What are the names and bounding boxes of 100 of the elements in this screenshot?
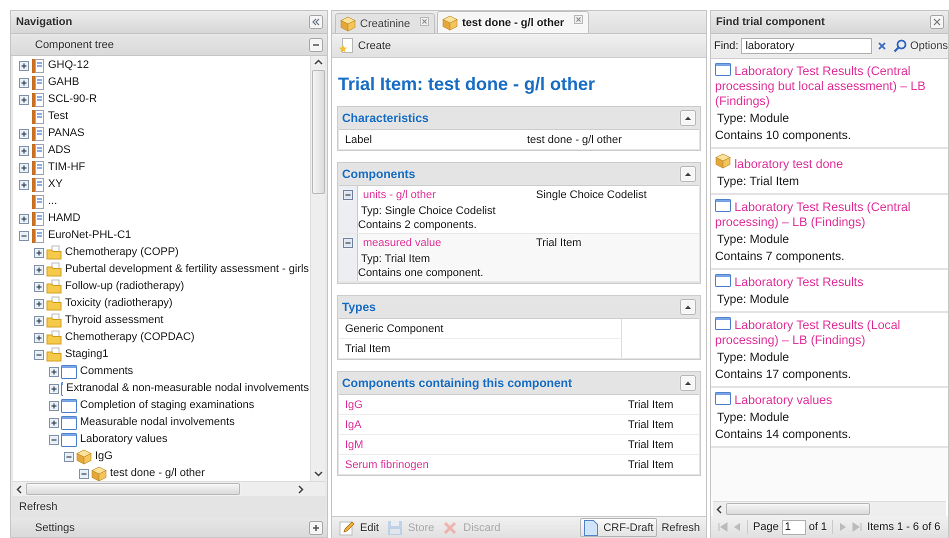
component-type: Trial Item	[628, 418, 674, 430]
tree-item[interactable]: ...	[47, 194, 58, 209]
section-title: Components containing this component	[342, 376, 572, 390]
tree-item[interactable]: test done - g/l other	[109, 466, 206, 481]
expand-toggle-icon[interactable]	[34, 316, 44, 326]
tree-item[interactable]: PANAS	[47, 126, 86, 141]
tree-item[interactable]: Extranodal & non-measurable nodal involvements	[65, 381, 310, 396]
expand-toggle-icon[interactable]	[19, 128, 29, 138]
tree-item[interactable]: Thyroid assessment	[64, 313, 164, 328]
tree-item[interactable]: Chemotherapy (COPP)	[64, 245, 180, 260]
component-link[interactable]: Serum fibrinogen	[345, 458, 628, 470]
expand-toggle-icon[interactable]	[34, 332, 44, 342]
tree-item[interactable]: Test	[47, 109, 70, 124]
expand-toggle-icon[interactable]	[19, 180, 29, 190]
expand-toggle-icon[interactable]	[49, 400, 59, 410]
expand-toggle-icon[interactable]	[49, 418, 59, 428]
tree-item[interactable]: Measurable nodal involvements	[79, 415, 236, 430]
options-button[interactable]: Options	[910, 40, 948, 52]
tab[interactable]: Creatinine	[335, 13, 436, 33]
expand-toggle-icon[interactable]	[34, 298, 44, 308]
create-button[interactable]: Create	[335, 36, 396, 56]
component-link[interactable]: measured value	[363, 237, 536, 249]
scrollbar-thumb[interactable]	[26, 483, 240, 495]
scrollbar-thumb[interactable]	[726, 503, 870, 515]
search-field[interactable]: laboratory	[741, 38, 872, 54]
collapse-toggle-icon[interactable]	[19, 230, 29, 240]
expand-toggle-icon[interactable]	[34, 264, 44, 274]
expand-toggle-icon[interactable]	[19, 78, 29, 88]
type-name: Generic Component	[345, 322, 444, 334]
expand-toggle-icon[interactable]	[19, 162, 29, 172]
tree-item[interactable]: Laboratory values	[79, 432, 168, 447]
collapse-toggle-icon[interactable]	[64, 452, 74, 462]
result-link[interactable]: Laboratory Test Results	[715, 274, 944, 290]
collapse-icon[interactable]	[680, 166, 696, 182]
expand-toggle-icon[interactable]	[49, 384, 59, 394]
collapse-toggle-icon[interactable]	[34, 350, 44, 360]
tree-item[interactable]: ADS	[47, 143, 72, 158]
page-label: Page	[753, 521, 779, 533]
new-page-icon	[339, 38, 353, 54]
expand-toggle-icon[interactable]	[19, 60, 29, 70]
minus-icon[interactable]	[309, 38, 323, 52]
refresh-button[interactable]: Refresh	[11, 496, 327, 518]
horizontal-scrollbar[interactable]	[13, 481, 325, 496]
collapse-icon[interactable]	[680, 110, 696, 126]
edit-button[interactable]: Edit	[335, 518, 383, 538]
expand-toggle-icon[interactable]	[34, 248, 44, 258]
result-link[interactable]: Laboratory Test Results (Local processing) – LB (Findings)	[715, 317, 944, 348]
window-icon	[715, 274, 731, 287]
horizontal-scrollbar[interactable]	[713, 501, 946, 516]
result-link[interactable]: Laboratory Test Results (Central processing but local assessment) – LB (Findings)	[715, 63, 944, 109]
expand-toggle-icon[interactable]	[19, 214, 29, 224]
accordion-header[interactable]: Settings	[11, 518, 327, 538]
tree-item[interactable]: Completion of staging examinations	[79, 398, 256, 413]
component-link[interactable]: units - g/l other	[363, 189, 536, 201]
result-link[interactable]: Laboratory Test Results (Central processing) – LB (Findings)	[715, 199, 944, 230]
close-icon[interactable]	[930, 15, 944, 29]
collapse-toggle-icon[interactable]	[79, 468, 89, 478]
tree-item[interactable]: EuroNet-PHL-C1	[47, 228, 132, 243]
result-type: Type: Module	[716, 111, 790, 126]
expand-toggle-icon[interactable]	[34, 282, 44, 292]
collapse-toggle-icon[interactable]	[343, 190, 353, 200]
expand-toggle-icon[interactable]	[19, 146, 29, 156]
expand-toggle-icon[interactable]	[19, 94, 29, 104]
search-icon[interactable]	[892, 38, 908, 54]
component-link[interactable]: IgG	[345, 398, 628, 410]
tree-item[interactable]: HAMD	[47, 211, 82, 226]
tree-item[interactable]: Chemotherapy (COPDAC)	[64, 330, 196, 345]
expand-toggle-icon[interactable]	[49, 366, 59, 376]
collapse-icon[interactable]	[680, 299, 696, 315]
tree-item[interactable]: Toxicity (radiotherapy)	[64, 296, 174, 311]
collapse-icon[interactable]	[680, 375, 696, 391]
tree-item[interactable]: Pubertal development & fertility assessment - girls	[64, 262, 310, 277]
result-type: Type: Module	[716, 410, 790, 425]
tree-item[interactable]: SCL-90-R	[47, 92, 98, 107]
refresh-button[interactable]: Refresh	[657, 520, 704, 536]
close-icon[interactable]	[574, 15, 584, 24]
collapse-toggle-icon[interactable]	[343, 238, 353, 248]
tree-item[interactable]: Follow-up (radiotherapy)	[64, 279, 186, 294]
tree-item[interactable]: IgG	[94, 449, 114, 464]
tab[interactable]: test done - g/l other	[437, 11, 590, 33]
tree-item[interactable]: GAHB	[47, 75, 80, 90]
result-link[interactable]: laboratory test done	[715, 153, 944, 172]
tree-item[interactable]: XY	[47, 177, 64, 192]
tree-item[interactable]: Comments	[79, 364, 134, 379]
folder-icon	[46, 262, 62, 277]
vertical-scrollbar[interactable]	[310, 56, 325, 481]
crf-draft-button[interactable]: CRF-Draft	[580, 518, 658, 537]
tree-item[interactable]: Staging1	[64, 347, 110, 362]
tree-item[interactable]: GHQ-12	[47, 58, 90, 73]
accordion-header[interactable]: Component tree	[11, 34, 327, 56]
close-icon[interactable]	[420, 17, 430, 26]
tree-item[interactable]: TIM-HF	[47, 160, 86, 175]
collapse-toggle-icon[interactable]	[49, 434, 59, 444]
collapse-icon[interactable]	[309, 15, 323, 29]
plus-icon[interactable]	[309, 520, 323, 534]
component-link[interactable]: IgM	[345, 438, 628, 450]
page-number-field[interactable]: 1	[782, 520, 806, 534]
result-link[interactable]: Laboratory values	[715, 392, 944, 408]
component-link[interactable]: IgA	[345, 418, 628, 430]
scrollbar-thumb[interactable]	[312, 70, 324, 194]
